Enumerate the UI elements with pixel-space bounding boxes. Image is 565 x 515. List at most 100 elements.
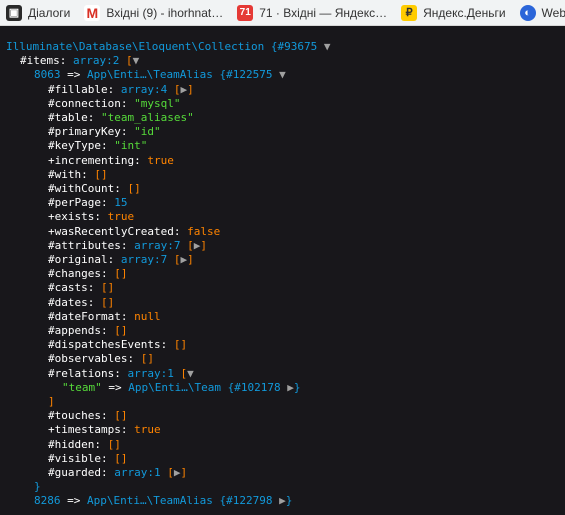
property-key: #attributes: xyxy=(48,238,135,252)
property-key: #perPage: xyxy=(48,196,115,210)
property-line: #fillable: array:4 [▶] xyxy=(48,83,194,97)
property-line: #dates: [] xyxy=(48,296,114,310)
property-key: #items: xyxy=(20,54,73,68)
dump-token: => xyxy=(101,380,129,394)
entry-line: 8286 => App\Enti…\TeamAlias {#122798 ▶} xyxy=(34,494,292,508)
array-type: array:7 xyxy=(120,253,168,266)
dump-token: } xyxy=(285,494,293,508)
bookmark-label: 71 · Вхідні — Яндекс… xyxy=(259,5,388,20)
dump-token xyxy=(221,381,228,394)
object-id: {#102178 xyxy=(227,380,281,394)
entry-close: } xyxy=(34,480,41,494)
bookmark-label: Яндекс.Деньги xyxy=(423,5,506,20)
yandex-money-icon: ₽ xyxy=(401,4,418,21)
property-key: +incrementing: xyxy=(48,153,148,167)
bookmark-gmail[interactable]: M Вхідні (9) - ihorhnat… xyxy=(84,4,223,21)
collapse-toggle-icon[interactable]: ▼ xyxy=(324,40,331,53)
property-key: #connection: xyxy=(48,96,135,110)
property-line: #with: [] xyxy=(48,168,108,182)
collapse-toggle-icon[interactable]: ▼ xyxy=(187,367,194,380)
object-id: {#93675 xyxy=(270,40,318,53)
class-name: App\Enti…\TeamAlias xyxy=(87,494,213,508)
dump-token: ] xyxy=(180,466,188,479)
property-value: true xyxy=(147,153,174,167)
property-line: #connection: "mysql" xyxy=(48,97,180,111)
relation-team-line: "team" => App\Enti…\Team {#102178 ▶} xyxy=(62,381,300,395)
class-name: App\Enti…\Team xyxy=(128,380,221,394)
property-key: #visible: xyxy=(48,451,115,465)
property-key: +exists: xyxy=(48,210,108,224)
array-type: array:1 xyxy=(114,466,161,479)
bookmark-yandex-mail[interactable]: 71 71 · Вхідні — Яндекс… xyxy=(237,4,388,21)
property-value: [] xyxy=(127,182,141,195)
property-line: #dispatchesEvents: [] xyxy=(48,338,187,352)
property-line: #casts: [] xyxy=(48,281,114,295)
property-line: #changes: [] xyxy=(48,267,127,281)
property-line: #perPage: 15 xyxy=(48,196,127,210)
collection-header: Illuminate\Database\Eloquent\Collection … xyxy=(6,40,331,54)
property-line: #table: "team_aliases" xyxy=(48,111,194,125)
property-line: #appends: [] xyxy=(48,324,127,338)
property-line: #observables: [] xyxy=(48,352,154,366)
relations-line: #relations: array:1 [▼ xyxy=(48,367,194,381)
property-line: +exists: true xyxy=(48,210,134,224)
property-key: +wasRecentlyCreated: xyxy=(48,224,188,238)
property-value: [] xyxy=(114,451,128,465)
property-key: #touches: xyxy=(48,409,115,423)
dump-token: ] xyxy=(187,253,194,266)
property-key: #guarded: xyxy=(48,466,115,479)
property-key: #dates: xyxy=(48,295,101,309)
property-key: +timestamps: xyxy=(48,423,135,437)
property-line: #hidden: [] xyxy=(48,438,121,452)
array-type: array:2 xyxy=(72,54,120,68)
array-key: "team" xyxy=(62,380,102,394)
property-value: [] xyxy=(114,324,128,337)
bookmark-label: Web xyxy=(541,5,565,20)
bookmark-web[interactable]: ◐ Web xyxy=(519,4,565,21)
items-line: #items: array:2 [▼ xyxy=(20,54,139,68)
property-line: #withCount: [] xyxy=(48,182,141,196)
property-value: "mysql" xyxy=(134,96,181,110)
property-line: #original: array:7 [▶] xyxy=(48,253,194,267)
property-value: [] xyxy=(107,437,121,451)
property-key: #relations: xyxy=(48,366,128,380)
relations-close: ] xyxy=(48,395,55,409)
dump-token xyxy=(264,40,271,53)
dump-token xyxy=(317,40,324,53)
property-line: #primaryKey: "id" xyxy=(48,125,161,139)
collapse-toggle-icon[interactable]: ▼ xyxy=(279,68,286,81)
object-id: {#122798 xyxy=(219,494,273,508)
dump-token: [ xyxy=(167,82,181,96)
dump-token: [ xyxy=(160,466,174,479)
expand-toggle-icon[interactable]: ▶ xyxy=(279,494,286,507)
bookmark-dialogs[interactable]: ▣ Діалоги xyxy=(6,4,71,21)
property-key: #appends: xyxy=(48,324,115,337)
property-key: #dateFormat: xyxy=(48,309,135,323)
var-dump-output: Illuminate\Database\Eloquent\Collection … xyxy=(0,40,565,515)
dump-token: ] xyxy=(187,82,194,96)
dump-token: [ xyxy=(173,366,188,380)
expand-toggle-icon[interactable]: ▶ xyxy=(287,381,294,394)
property-line: +wasRecentlyCreated: false xyxy=(48,225,220,239)
closing-bracket: ] xyxy=(48,395,55,408)
bookmark-yandex-money[interactable]: ₽ Яндекс.Деньги xyxy=(401,4,506,21)
array-type: array:7 xyxy=(134,238,181,252)
property-value: null xyxy=(134,309,161,323)
bookmark-label: Діалоги xyxy=(28,5,71,20)
property-key: #keyType: xyxy=(48,139,115,153)
object-id: {#122575 xyxy=(219,68,273,82)
property-value: false xyxy=(187,224,221,238)
property-key: #dispatchesEvents: xyxy=(48,338,174,352)
property-value: 15 xyxy=(114,196,128,210)
collapse-toggle-icon[interactable]: ▼ xyxy=(133,54,140,67)
property-value: "int" xyxy=(114,139,148,153)
property-value: "id" xyxy=(134,125,161,139)
property-value: [] xyxy=(114,409,128,423)
web-icon: ◐ xyxy=(519,4,536,21)
property-value: [] xyxy=(140,352,154,366)
property-line: +timestamps: true xyxy=(48,423,161,437)
dump-token: [ xyxy=(119,54,133,68)
array-type: array:4 xyxy=(120,82,168,96)
property-key: #with: xyxy=(48,167,95,181)
property-line: +incrementing: true xyxy=(48,154,174,168)
